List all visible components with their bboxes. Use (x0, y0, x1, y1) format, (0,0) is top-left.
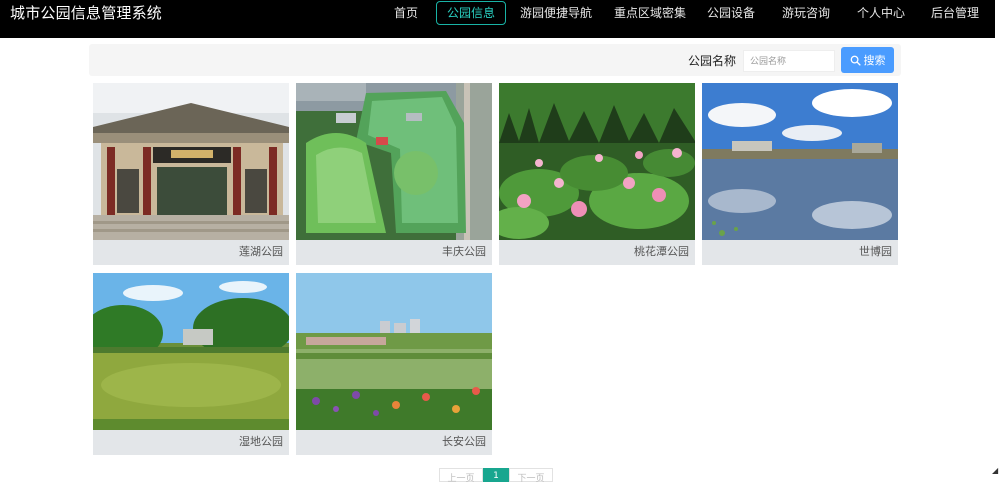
park-photo[interactable] (93, 83, 289, 240)
park-photo[interactable] (93, 273, 289, 430)
search-button-label: 搜索 (864, 52, 886, 68)
page-1-button[interactable]: 1 (483, 468, 509, 482)
park-photo[interactable] (702, 83, 898, 240)
park-name: 桃花潭公园 (634, 243, 689, 259)
park-photo[interactable] (499, 83, 695, 240)
search-icon (850, 55, 861, 66)
park-photo[interactable] (296, 83, 492, 240)
park-card[interactable]: 莲湖公园 (93, 83, 289, 265)
nav-park-info[interactable]: 公园信息 (436, 1, 506, 25)
search-bar: 公园名称 搜索 (89, 44, 901, 76)
pagination: 上一页 1 下一页 (439, 468, 553, 482)
park-photo[interactable] (296, 273, 492, 430)
park-card[interactable]: 桃花潭公园 (499, 83, 695, 265)
app-title: 城市公园信息管理系统 (10, 4, 162, 22)
nav-personal-center[interactable]: 个人中心 (857, 6, 905, 26)
search-button[interactable]: 搜索 (841, 47, 894, 73)
nav-park-equipment[interactable]: 公园设备 (707, 6, 755, 26)
park-name: 莲湖公园 (239, 243, 283, 259)
nav-admin[interactable]: 后台管理 (931, 6, 979, 26)
top-navbar: 城市公园信息管理系统 首页 公园信息 游园便捷导航 重点区域密集 公园设备 游玩… (0, 0, 995, 38)
resize-handle-icon[interactable]: ◢ (992, 467, 1000, 475)
park-card[interactable]: 湿地公园 (93, 273, 289, 455)
nav-tour-consult[interactable]: 游玩咨询 (782, 6, 830, 26)
nav-key-area-density[interactable]: 重点区域密集 (614, 6, 686, 26)
park-card[interactable]: 长安公园 (296, 273, 492, 455)
prev-page-button[interactable]: 上一页 (439, 468, 483, 482)
page-scrollbar[interactable] (995, 0, 1002, 477)
next-page-button[interactable]: 下一页 (509, 468, 553, 482)
nav-park-navigation[interactable]: 游园便捷导航 (520, 6, 592, 26)
park-name-input[interactable] (743, 50, 835, 72)
nav-home[interactable]: 首页 (394, 6, 418, 26)
park-card[interactable]: 丰庆公园 (296, 83, 492, 265)
search-label: 公园名称 (688, 52, 736, 69)
park-name: 世博园 (859, 243, 892, 259)
park-name: 湿地公园 (239, 433, 283, 449)
park-card[interactable]: 世博园 (702, 83, 898, 265)
park-name: 丰庆公园 (442, 243, 486, 259)
park-name: 长安公园 (442, 433, 486, 449)
